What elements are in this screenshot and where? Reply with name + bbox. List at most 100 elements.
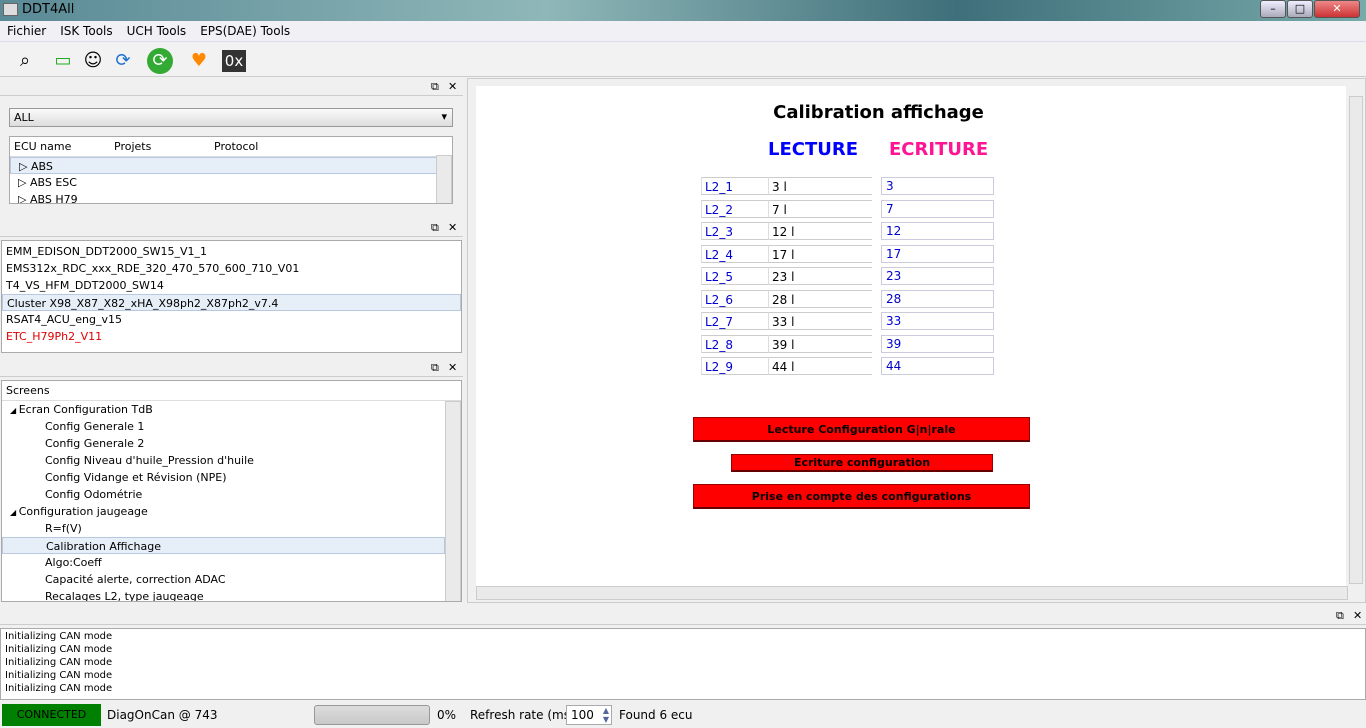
row-label: L2_1 [701,177,768,195]
expand-arrow-icon[interactable]: ◢ [10,508,19,517]
ecriture-input[interactable]: 17 [881,244,994,263]
screen-tree-item[interactable]: Recalages L2, type jaugeage [2,588,445,602]
expand-arrow-icon[interactable]: ◢ [10,406,19,415]
smiley-icon[interactable]: ☺ [80,48,106,74]
project-item[interactable]: EMM_EDISON_DDT2000_SW15_V1_1 [2,243,461,260]
project-list: EMM_EDISON_DDT2000_SW15_V1_1 EMS312x_RDC_… [1,240,462,353]
hex-label: 0x [224,52,244,70]
screen-tree-item[interactable]: Capacité alerte, correction ADAC [2,571,445,588]
status-bar: CONNECTED DiagOnCan @ 743 0% Refresh rat… [0,702,1366,728]
screen-tree-label: Config Odométrie [45,488,143,501]
ecu-row[interactable]: ▷ ABS [10,157,452,174]
close-icon[interactable]: ✕ [448,80,457,93]
screen-tree-label: Calibration Affichage [46,540,162,553]
menu-uch-tools[interactable]: UCH Tools [120,21,194,41]
screens-header: Screens [2,381,461,401]
connection-status: CONNECTED [2,704,101,726]
log-line: Initializing CAN mode [5,657,113,668]
menu-fichier[interactable]: Fichier [0,21,53,41]
float-icon[interactable]: ⧉ [1336,609,1344,623]
ecu-table: ECU name Projets Protocol ▷ ABS ▷ ABS ES… [9,136,453,204]
ecriture-input[interactable]: 33 [881,312,994,330]
screen-tree-item[interactable]: ◢ Configuration jaugeage [2,503,445,520]
menu-isk-tools[interactable]: ISK Tools [53,21,119,41]
screen-tree-item[interactable]: R=f(V) [2,520,445,537]
refresh-rate-spinbox[interactable]: 100 ▲ ▼ [566,705,612,725]
close-icon[interactable]: ✕ [448,361,457,374]
screen-tree-item[interactable]: Config Generale 2 [2,435,445,452]
float-icon[interactable]: ⧉ [431,80,439,94]
project-item[interactable]: T4_VS_HFM_DDT2000_SW14 [2,277,461,294]
ecu-filter-select[interactable]: ALL ▾ [9,108,453,127]
ecriture-input[interactable]: 44 [881,357,994,375]
ecriture-input[interactable]: 39 [881,334,994,353]
prise-en-compte-button[interactable]: Prise en compte des configurations [693,484,1030,509]
screen-tree-label: Recalages L2, type jaugeage [45,590,204,602]
row-label: L2_5 [701,267,768,285]
refresh-blue-icon[interactable]: ⟳ [110,48,136,74]
project-item[interactable]: EMS312x_RDC_xxx_RDE_320_470_570_600_710_… [2,260,461,277]
screens-scrollbar[interactable] [445,401,461,601]
minimize-button[interactable]: – [1260,0,1286,18]
refresh-green-icon[interactable]: ⟳ [147,48,173,74]
row-label: L2_2 [701,199,768,218]
progress-bar [314,705,430,725]
screen-tree-item[interactable]: Config Odométrie [2,486,445,503]
close-icon[interactable]: ✕ [448,221,457,234]
col-protocol[interactable]: Protocol [214,140,258,153]
screen-content: Calibration affichage LECTURE ECRITURE L… [476,86,1346,586]
ecu-row[interactable]: ▷ ABS H79 [10,191,452,203]
screen-tree-label: Config Generale 2 [45,437,145,450]
ecu-scrollbar[interactable] [436,155,452,203]
lecture-value: 28 l [768,289,872,308]
screen-tree-item[interactable]: ◢ Ecran Configuration TdB [2,401,445,418]
ecriture-header: ECRITURE [889,139,989,160]
lecture-config-button[interactable]: Lecture Configuration G|n|rale [693,417,1030,442]
project-dock-header: ⧉ ✕ [0,220,463,237]
screen-tree-label: Config Vidange et Révision (NPE) [45,471,227,484]
screens-dock-header: ⧉ ✕ [0,360,463,377]
project-item[interactable]: RSAT4_ACU_eng_v15 [2,311,461,328]
heart-plus-icon[interactable]: ♥ [186,48,212,74]
screens-tree: Screens ◢ Ecran Configuration TdB Config … [1,380,462,602]
hex-icon[interactable]: 0x [222,50,246,72]
monitor-icon[interactable]: ▭ [50,48,76,74]
ecriture-input[interactable]: 12 [881,222,994,240]
ecriture-input[interactable]: 23 [881,267,994,285]
col-projets[interactable]: Projets [114,140,151,153]
window-title: DDT4All [22,2,75,17]
project-item[interactable]: Cluster X98_X87_X82_xHA_X98ph2_X87ph2_v7… [2,294,461,311]
app-icon [3,3,18,16]
title-bar: DDT4All – □ ✕ [0,0,1366,21]
col-ecu-name[interactable]: ECU name [14,140,71,153]
screen-tree-label: R=f(V) [45,522,82,535]
content-hscrollbar[interactable] [476,586,1348,600]
lecture-value: 3 l [768,177,872,195]
protocol-label: DiagOnCan @ 743 [107,708,218,722]
screen-tree-label: Algo:Coeff [45,556,102,569]
screen-tree-item[interactable]: Config Vidange et Révision (NPE) [2,469,445,486]
float-icon[interactable]: ⧉ [431,361,439,375]
lecture-value: 7 l [768,199,872,218]
qr-scan-icon[interactable]: ⌕ [12,48,38,74]
screen-tree-item[interactable]: Algo:Coeff [2,554,445,571]
ecu-row[interactable]: ▷ ABS ESC [10,174,452,191]
ecriture-input[interactable]: 28 [881,289,994,308]
screen-tree-label: Config Niveau d'huile_Pression d'huile [45,454,254,467]
screen-tree-item[interactable]: Calibration Affichage [2,537,445,554]
menu-eps-tools[interactable]: EPS(DAE) Tools [193,21,297,41]
ecriture-input[interactable]: 7 [881,199,994,218]
close-icon[interactable]: ✕ [1353,609,1362,622]
screen-tree-item[interactable]: Config Niveau d'huile_Pression d'huile [2,452,445,469]
ecriture-input[interactable]: 3 [881,177,994,195]
project-item[interactable]: ETC_H79Ph2_V11 [2,328,461,345]
close-button[interactable]: ✕ [1314,0,1360,18]
float-icon[interactable]: ⧉ [431,221,439,235]
maximize-button[interactable]: □ [1287,0,1313,18]
row-label: L2_4 [701,244,768,263]
row-label: L2_3 [701,222,768,240]
screen-tree-label: Configuration jaugeage [18,505,148,518]
ecriture-config-button[interactable]: Ecriture configuration [731,454,993,472]
content-vscrollbar[interactable] [1349,96,1363,584]
screen-tree-item[interactable]: Config Generale 1 [2,418,445,435]
